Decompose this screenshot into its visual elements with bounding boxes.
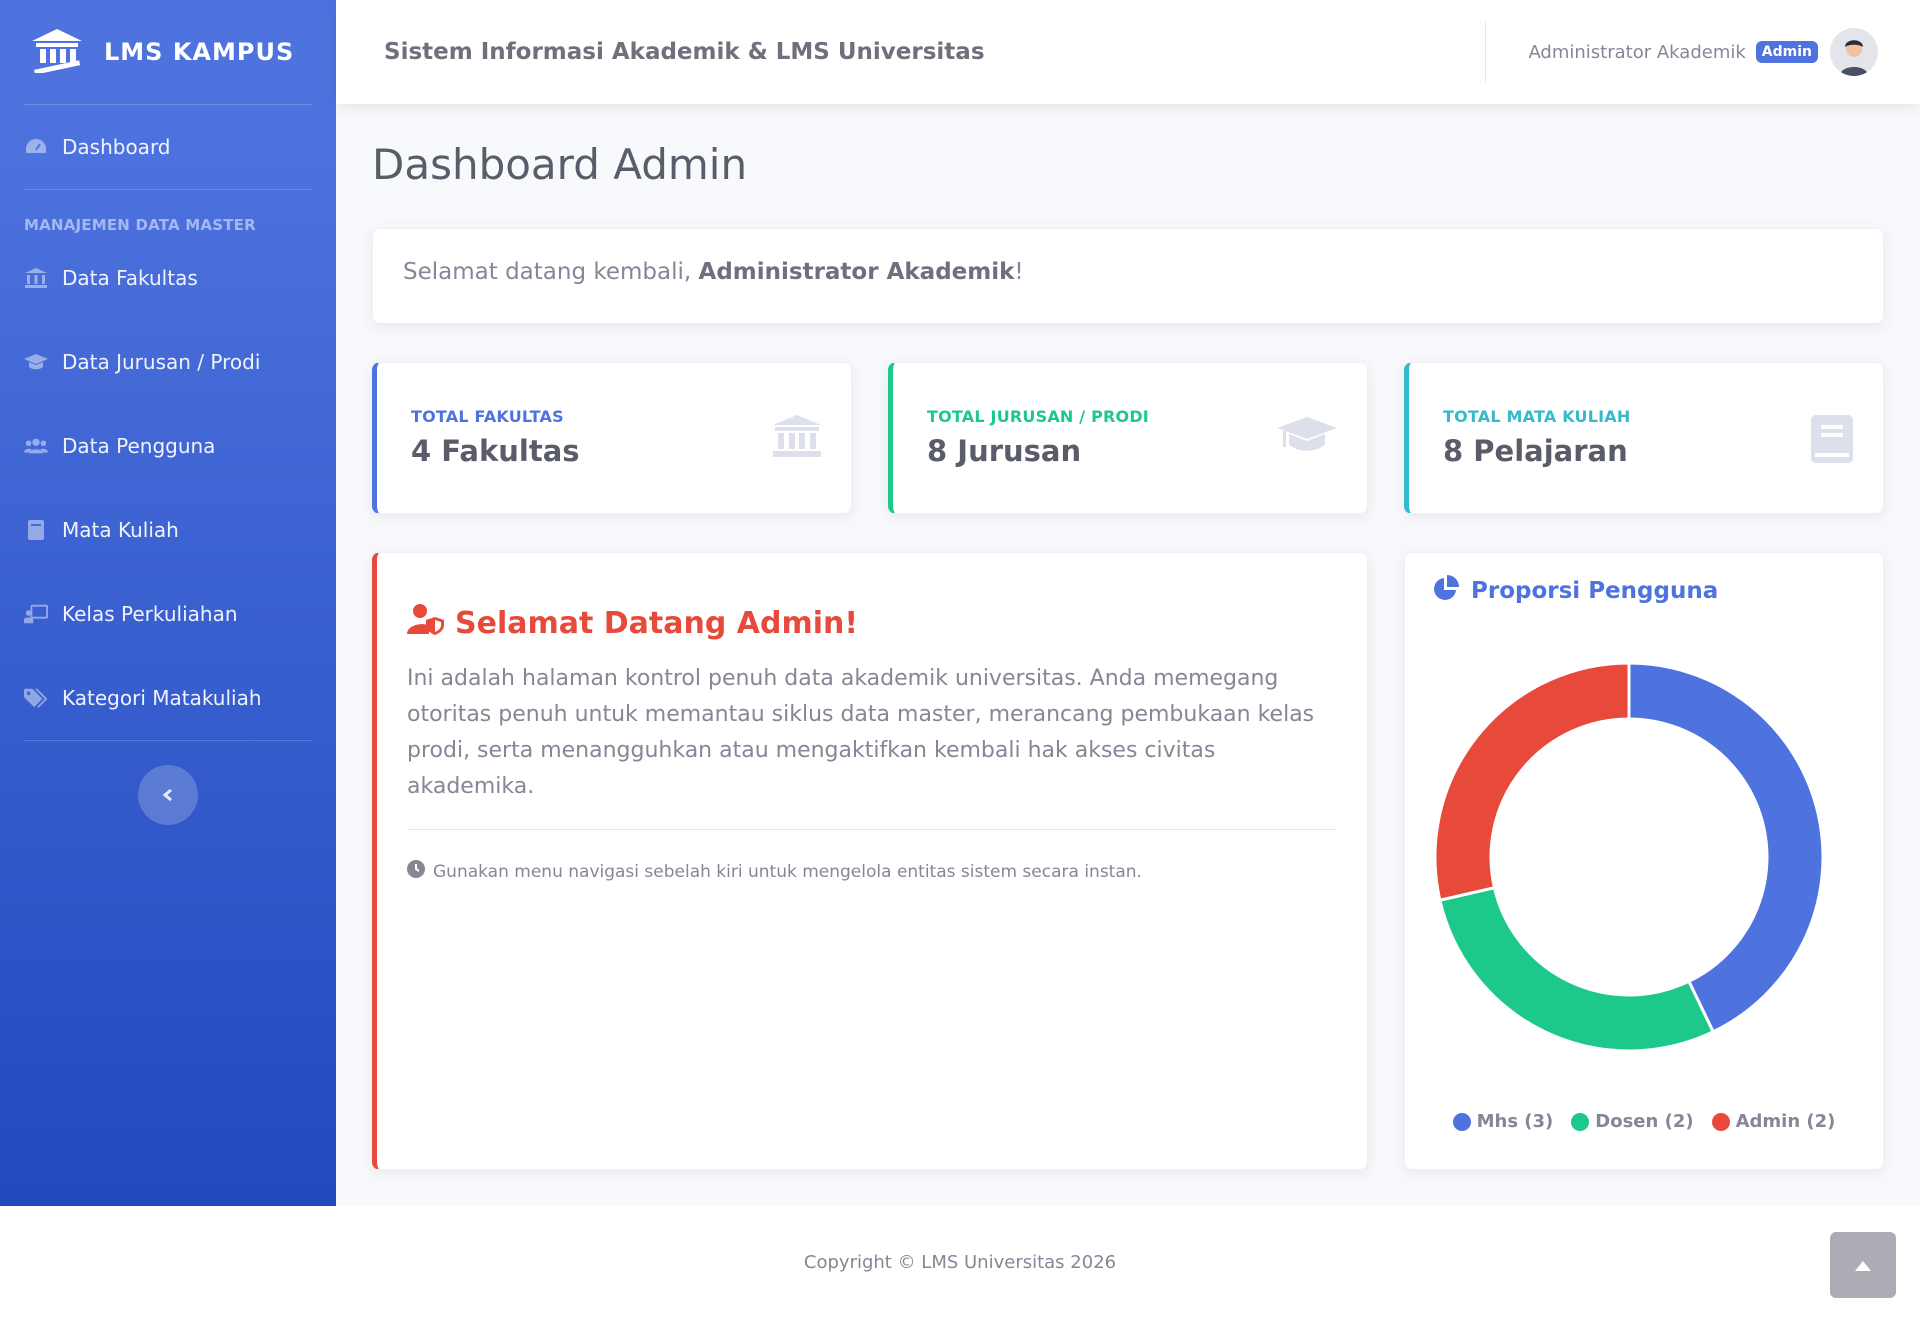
sidebar-item-label: Data Fakultas	[62, 266, 198, 290]
avatar[interactable]	[1830, 28, 1878, 76]
donut-chart	[1433, 661, 1825, 1053]
book-icon	[1811, 415, 1853, 467]
welcome-admin-text: Ini adalah halaman kontrol penuh data ak…	[407, 666, 1315, 799]
users-icon	[24, 434, 48, 458]
copyright: Copyright © LMS Universitas 2026	[803, 1252, 1117, 1273]
page-title: Dashboard Admin	[372, 140, 748, 189]
chevron-up-icon	[1855, 1256, 1871, 1275]
stat-card-fakultas: TOTAL FAKULTAS 4 Fakultas	[372, 362, 852, 514]
legend-item-mhs[interactable]: Mhs (3)	[1452, 1111, 1554, 1132]
welcome-card: Selamat datang kembali, Administrator Ak…	[372, 228, 1884, 324]
divider	[407, 829, 1337, 830]
legend-item-dosen[interactable]: Dosen (2)	[1571, 1111, 1694, 1132]
legend-label: Mhs (3)	[1476, 1111, 1554, 1132]
legend-dot	[1571, 1112, 1590, 1131]
stat-label: TOTAL MATA KULIAH	[1443, 407, 1631, 426]
stat-label: TOTAL FAKULTAS	[411, 407, 564, 426]
role-badge: Admin	[1755, 41, 1818, 63]
book-icon	[24, 518, 48, 542]
welcome-name: Administrator Akademik	[698, 259, 1015, 285]
sidebar-item-data-fakultas[interactable]: Data Fakultas	[0, 236, 336, 320]
graduation-cap-icon	[24, 350, 48, 374]
sidebar-item-dashboard[interactable]: Dashboard	[0, 105, 336, 189]
chalkboard-teacher-icon	[24, 602, 48, 626]
stat-value: 4 Fakultas	[411, 434, 580, 468]
sidebar-item-label: Dashboard	[62, 135, 171, 159]
legend-item-admin[interactable]: Admin (2)	[1711, 1111, 1836, 1132]
scroll-to-top-button[interactable]	[1830, 1232, 1896, 1298]
sidebar-item-mata-kuliah[interactable]: Mata Kuliah	[0, 488, 336, 572]
stat-value: 8 Pelajaran	[1443, 434, 1628, 468]
graduation-cap-icon	[1277, 415, 1337, 459]
stat-card-mata-kuliah: TOTAL MATA KULIAH 8 Pelajaran	[1404, 362, 1884, 514]
sidebar-toggle-button[interactable]	[138, 765, 198, 825]
clock-icon	[407, 860, 425, 883]
welcome-admin-title: Selamat Datang Admin!	[455, 605, 859, 641]
sidebar: LMS KAMPUS Dashboard MANAJEMEN DATA MAST…	[0, 0, 336, 1206]
sidebar-item-label: Mata Kuliah	[62, 518, 179, 542]
sidebar-item-label: Kategori Matakuliah	[62, 686, 262, 710]
tags-icon	[24, 686, 48, 710]
sidebar-item-kategori-matakuliah[interactable]: Kategori Matakuliah	[0, 656, 336, 740]
user-shield-icon	[407, 603, 445, 643]
tachometer-icon	[24, 135, 48, 159]
sidebar-item-data-pengguna[interactable]: Data Pengguna	[0, 404, 336, 488]
brand[interactable]: LMS KAMPUS	[0, 0, 336, 104]
stat-card-jurusan: TOTAL JURUSAN / PRODI 8 Jurusan	[888, 362, 1368, 514]
donut-slice-mhs[interactable]	[1627, 661, 1825, 1034]
sidebar-item-label: Data Jurusan / Prodi	[62, 350, 261, 374]
legend-dot	[1711, 1112, 1730, 1131]
legend-dot	[1452, 1112, 1471, 1131]
welcome-prefix: Selamat datang kembali,	[403, 259, 699, 285]
brand-name: LMS KAMPUS	[104, 38, 295, 66]
chart-legend: Mhs (3) Dosen (2) Admin (2)	[1405, 1111, 1883, 1132]
sidebar-item-data-jurusan[interactable]: Data Jurusan / Prodi	[0, 320, 336, 404]
user-proportion-card: Proporsi Pengguna Mhs (3) Dosen (2) Admin …	[1404, 552, 1884, 1170]
sidebar-item-kelas-perkuliahan[interactable]: Kelas Perkuliahan	[0, 572, 336, 656]
stat-value: 8 Jurusan	[927, 434, 1082, 468]
university-icon	[773, 415, 821, 463]
university-icon	[24, 266, 48, 290]
topbar-divider	[1485, 22, 1487, 82]
chart-card-title: Proporsi Pengguna	[1471, 578, 1719, 604]
user-name[interactable]: Administrator Akademik	[1528, 42, 1745, 63]
chevron-left-icon	[162, 783, 174, 808]
topbar: Sistem Informasi Akademik & LMS Universi…	[336, 0, 1920, 104]
pie-chart-icon	[1433, 575, 1459, 607]
sidebar-item-label: Kelas Perkuliahan	[62, 602, 238, 626]
welcome-suffix: !	[1014, 259, 1024, 285]
welcome-admin-card: Selamat Datang Admin! Ini adalah halaman…	[372, 552, 1368, 1170]
sidebar-heading: MANAJEMEN DATA MASTER	[24, 216, 256, 234]
donut-slice-dosen[interactable]	[1438, 885, 1716, 1053]
legend-label: Dosen (2)	[1595, 1111, 1694, 1132]
university-icon	[30, 27, 84, 77]
topbar-title: Sistem Informasi Akademik & LMS Universi…	[384, 39, 985, 65]
stat-label: TOTAL JURUSAN / PRODI	[927, 407, 1149, 426]
donut-slice-admin[interactable]	[1433, 661, 1631, 902]
info-note: Gunakan menu navigasi sebelah kiri untuk…	[433, 861, 1142, 882]
sidebar-item-label: Data Pengguna	[62, 434, 216, 458]
legend-label: Admin (2)	[1735, 1111, 1836, 1132]
